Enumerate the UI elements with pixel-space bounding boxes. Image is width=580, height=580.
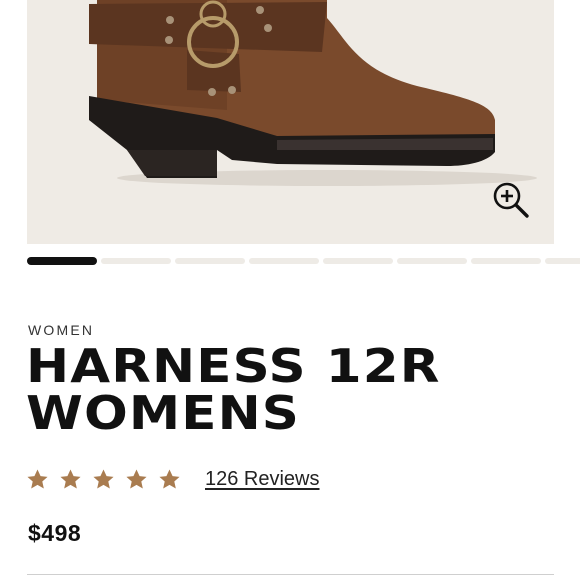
star-icon (60, 468, 81, 489)
product-title-line-1: HARNESS 12R (26, 339, 441, 393)
reviews-link[interactable]: 126 Reviews (205, 468, 320, 491)
gallery-dot-3[interactable] (175, 258, 245, 264)
product-price: $498 (28, 520, 82, 546)
product-title: HARNESS 12R WOMENS (26, 343, 580, 437)
gallery-dot-2[interactable] (101, 258, 171, 264)
product-rating: 126 Reviews (26, 464, 320, 494)
gallery-dot-5[interactable] (323, 258, 393, 264)
product-image (89, 0, 537, 186)
star-rating (26, 468, 181, 491)
gallery-dot-6[interactable] (397, 258, 467, 264)
product-title-line-2: WOMENS (26, 386, 301, 440)
product-image-gallery[interactable] (27, 0, 554, 244)
gallery-dot-8[interactable] (545, 258, 580, 264)
star-icon (27, 468, 48, 489)
gallery-pagination (27, 257, 580, 265)
gallery-dot-1[interactable] (27, 257, 97, 265)
zoom-in-icon (493, 182, 529, 218)
product-category: WOMEN (28, 322, 95, 338)
zoom-button[interactable] (489, 178, 533, 222)
section-divider (27, 574, 554, 575)
gallery-dot-7[interactable] (471, 258, 541, 264)
gallery-dot-4[interactable] (249, 258, 319, 264)
star-icon (93, 468, 114, 489)
star-icon (126, 468, 147, 489)
star-icon (159, 468, 180, 489)
